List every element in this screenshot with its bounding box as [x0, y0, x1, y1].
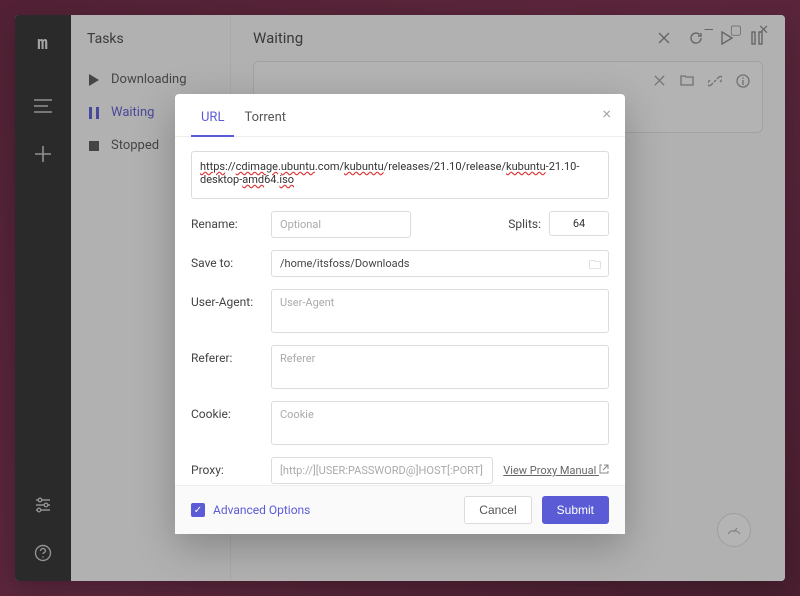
check-icon: ✓ [191, 503, 205, 517]
add-task-modal: URL Torrent × https://cdimage.ubuntu.com… [175, 94, 625, 534]
modal-close-button[interactable]: × [602, 104, 611, 123]
advanced-options-checkbox[interactable]: ✓ Advanced Options [191, 503, 310, 517]
url-input[interactable]: https://cdimage.ubuntu.com/kubuntu/relea… [191, 151, 609, 199]
cookie-label: Cookie: [191, 401, 261, 421]
rename-input[interactable] [271, 211, 411, 238]
external-link-icon [599, 464, 609, 474]
cookie-input[interactable] [271, 401, 609, 445]
submit-button[interactable]: Submit [542, 496, 609, 524]
user-agent-input[interactable] [271, 289, 609, 333]
advanced-label: Advanced Options [213, 503, 310, 517]
save-path-input[interactable] [271, 250, 609, 277]
proxy-manual-link[interactable]: View Proxy Manual [503, 464, 609, 477]
referer-input[interactable] [271, 345, 609, 389]
save-label: Save to: [191, 250, 261, 270]
splits-label: Splits: [508, 217, 541, 231]
tab-url[interactable]: URL [191, 104, 234, 137]
modal-overlay: URL Torrent × https://cdimage.ubuntu.com… [0, 0, 800, 596]
folder-icon[interactable]: 🗀 [589, 256, 601, 277]
ua-label: User-Agent: [191, 289, 261, 309]
tab-torrent[interactable]: Torrent [234, 104, 296, 136]
cancel-button[interactable]: Cancel [464, 496, 531, 524]
referer-label: Referer: [191, 345, 261, 365]
rename-label: Rename: [191, 211, 261, 231]
proxy-label: Proxy: [191, 457, 261, 477]
proxy-input[interactable] [271, 457, 493, 484]
splits-input[interactable]: 64 [549, 211, 609, 236]
